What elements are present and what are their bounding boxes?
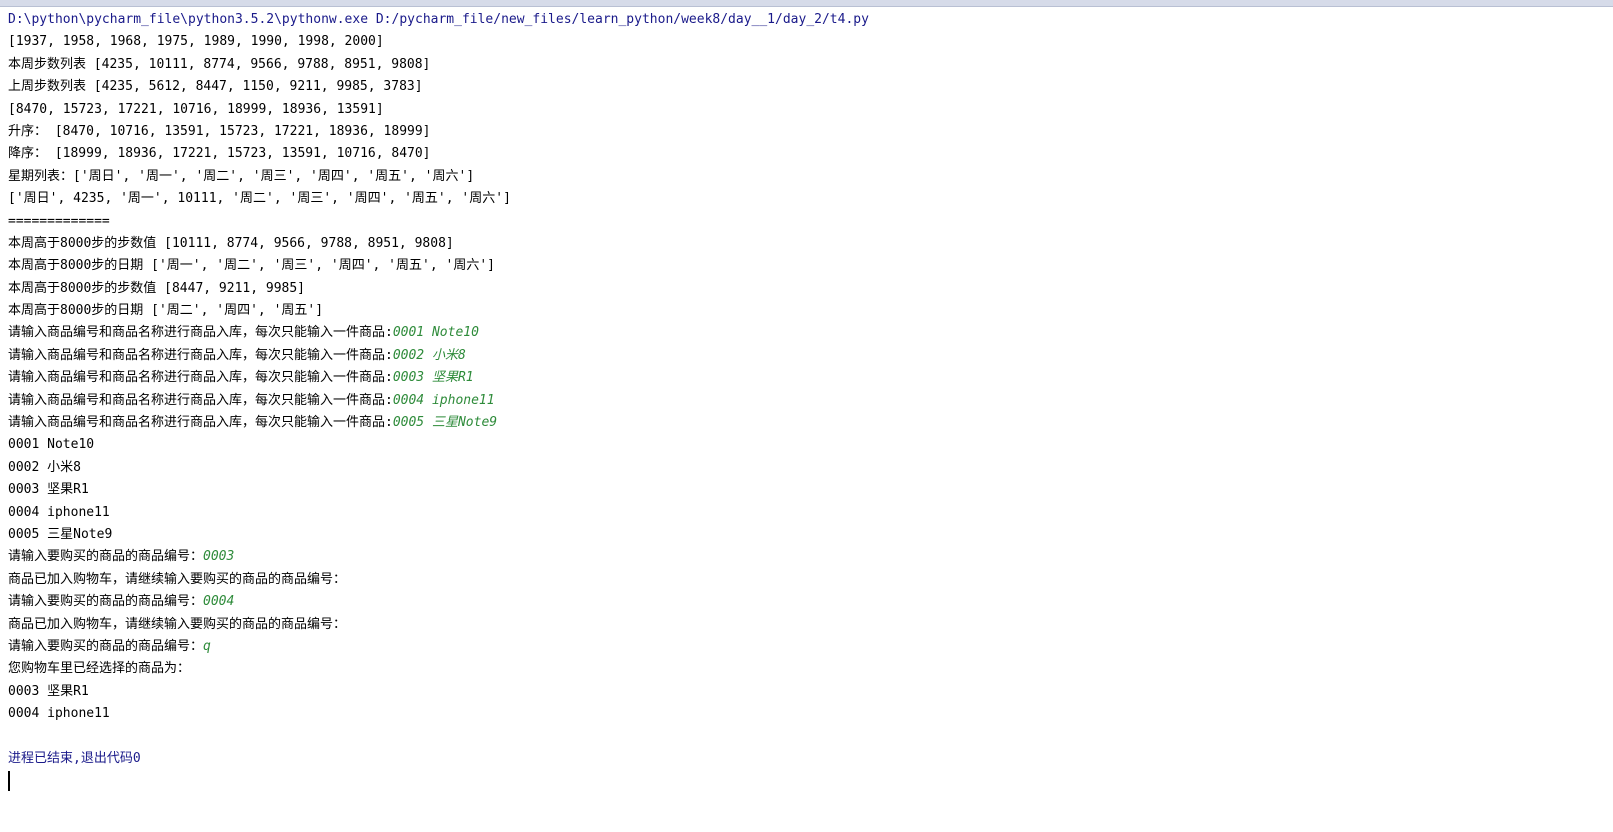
output-line: 本周高于8000步的步数值 [10111, 8774, 9566, 9788, … <box>8 235 454 251</box>
output-line: 本周步数列表 [4235, 10111, 8774, 9566, 9788, 8… <box>8 56 431 72</box>
user-input-text: 0005 三星Note9 <box>392 415 498 431</box>
user-input-text: 0002 小米8 <box>392 347 466 363</box>
stock-input-line: 请输入商品编号和商品名称进行商品入库，每次只能输入一件商品:0003 坚果R1 <box>8 367 1593 389</box>
user-input-text: 0003 坚果R1 <box>392 370 474 386</box>
stock-prompt: 请输入商品编号和商品名称进行商品入库，每次只能输入一件商品: <box>8 370 393 386</box>
stock-prompt: 请输入商品编号和商品名称进行商品入库，每次只能输入一件商品: <box>8 392 393 408</box>
catalog-item: 0004 iphone11 <box>8 504 110 520</box>
stock-prompt: 请输入商品编号和商品名称进行商品入库，每次只能输入一件商品: <box>8 415 393 431</box>
output-line: 升序： [8470, 10716, 13591, 15723, 17221, 1… <box>8 123 431 139</box>
cart-title: 您购物车里已经选择的商品为： <box>8 661 191 677</box>
exit-message: 进程已结束,退出代码0 <box>8 750 141 766</box>
stock-input-line: 请输入商品编号和商品名称进行商品入库，每次只能输入一件商品:0002 小米8 <box>8 345 1593 367</box>
buy-prompt: 请输入要购买的商品的商品编号： <box>8 594 204 610</box>
cart-item: 0004 iphone11 <box>8 706 110 722</box>
output-line: 本周高于8000步的步数值 [8447, 9211, 9985] <box>8 280 306 296</box>
cart-item: 0003 坚果R1 <box>8 683 89 699</box>
catalog-item: 0003 坚果R1 <box>8 482 89 498</box>
catalog-item: 0005 三星Note9 <box>8 526 113 542</box>
output-line: 本周高于8000步的日期 ['周一', '周二', '周三', '周四', '周… <box>8 258 495 274</box>
output-line: ['周日', 4235, '周一', 10111, '周二', '周三', '周… <box>8 191 511 207</box>
output-line: [1937, 1958, 1968, 1975, 1989, 1990, 199… <box>8 34 384 50</box>
separator-line: ============= <box>8 213 110 229</box>
added-message: 商品已加入购物车，请继续输入要购买的商品的商品编号： <box>8 571 347 587</box>
stock-prompt: 请输入商品编号和商品名称进行商品入库，每次只能输入一件商品: <box>8 325 393 341</box>
cursor-line[interactable] <box>8 770 1593 792</box>
output-line: 本周高于8000步的日期 ['周二', '周四', '周五'] <box>8 303 324 319</box>
user-input-text: 0003 <box>203 549 235 565</box>
stock-input-line: 请输入商品编号和商品名称进行商品入库，每次只能输入一件商品:0005 三星Not… <box>8 412 1593 434</box>
window-top-bar <box>0 0 1613 7</box>
run-console-output[interactable]: D:\python\pycharm_file\python3.5.2\pytho… <box>8 9 1593 793</box>
buy-prompt: 请输入要购买的商品的商品编号： <box>8 549 204 565</box>
output-line: 上周步数列表 [4235, 5612, 8447, 1150, 9211, 99… <box>8 79 423 95</box>
stock-prompt: 请输入商品编号和商品名称进行商品入库，每次只能输入一件商品: <box>8 347 393 363</box>
catalog-item: 0001 Note10 <box>8 437 95 453</box>
command-line: D:\python\pycharm_file\python3.5.2\pytho… <box>8 12 869 27</box>
buy-input-line: 请输入要购买的商品的商品编号：0004 <box>8 591 1593 613</box>
user-input-text: q <box>203 638 211 654</box>
buy-input-line: 请输入要购买的商品的商品编号：0003 <box>8 546 1593 568</box>
user-input-text: 0004 <box>203 594 235 610</box>
text-cursor <box>8 770 10 791</box>
output-line: [8470, 15723, 17221, 10716, 18999, 18936… <box>8 101 384 117</box>
added-message: 商品已加入购物车，请继续输入要购买的商品的商品编号： <box>8 616 347 632</box>
output-line: 星期列表：['周日', '周一', '周二', '周三', '周四', '周五'… <box>8 168 475 184</box>
user-input-text: 0001 Note10 <box>392 325 479 341</box>
stock-input-line: 请输入商品编号和商品名称进行商品入库，每次只能输入一件商品:0004 iphon… <box>8 390 1593 412</box>
buy-prompt: 请输入要购买的商品的商品编号： <box>8 638 204 654</box>
output-line: 降序： [18999, 18936, 17221, 15723, 13591, … <box>8 146 431 162</box>
user-input-text: 0004 iphone11 <box>392 392 495 408</box>
catalog-item: 0002 小米8 <box>8 459 81 475</box>
stock-input-line: 请输入商品编号和商品名称进行商品入库，每次只能输入一件商品:0001 Note1… <box>8 322 1593 344</box>
buy-input-line: 请输入要购买的商品的商品编号：q <box>8 636 1593 658</box>
